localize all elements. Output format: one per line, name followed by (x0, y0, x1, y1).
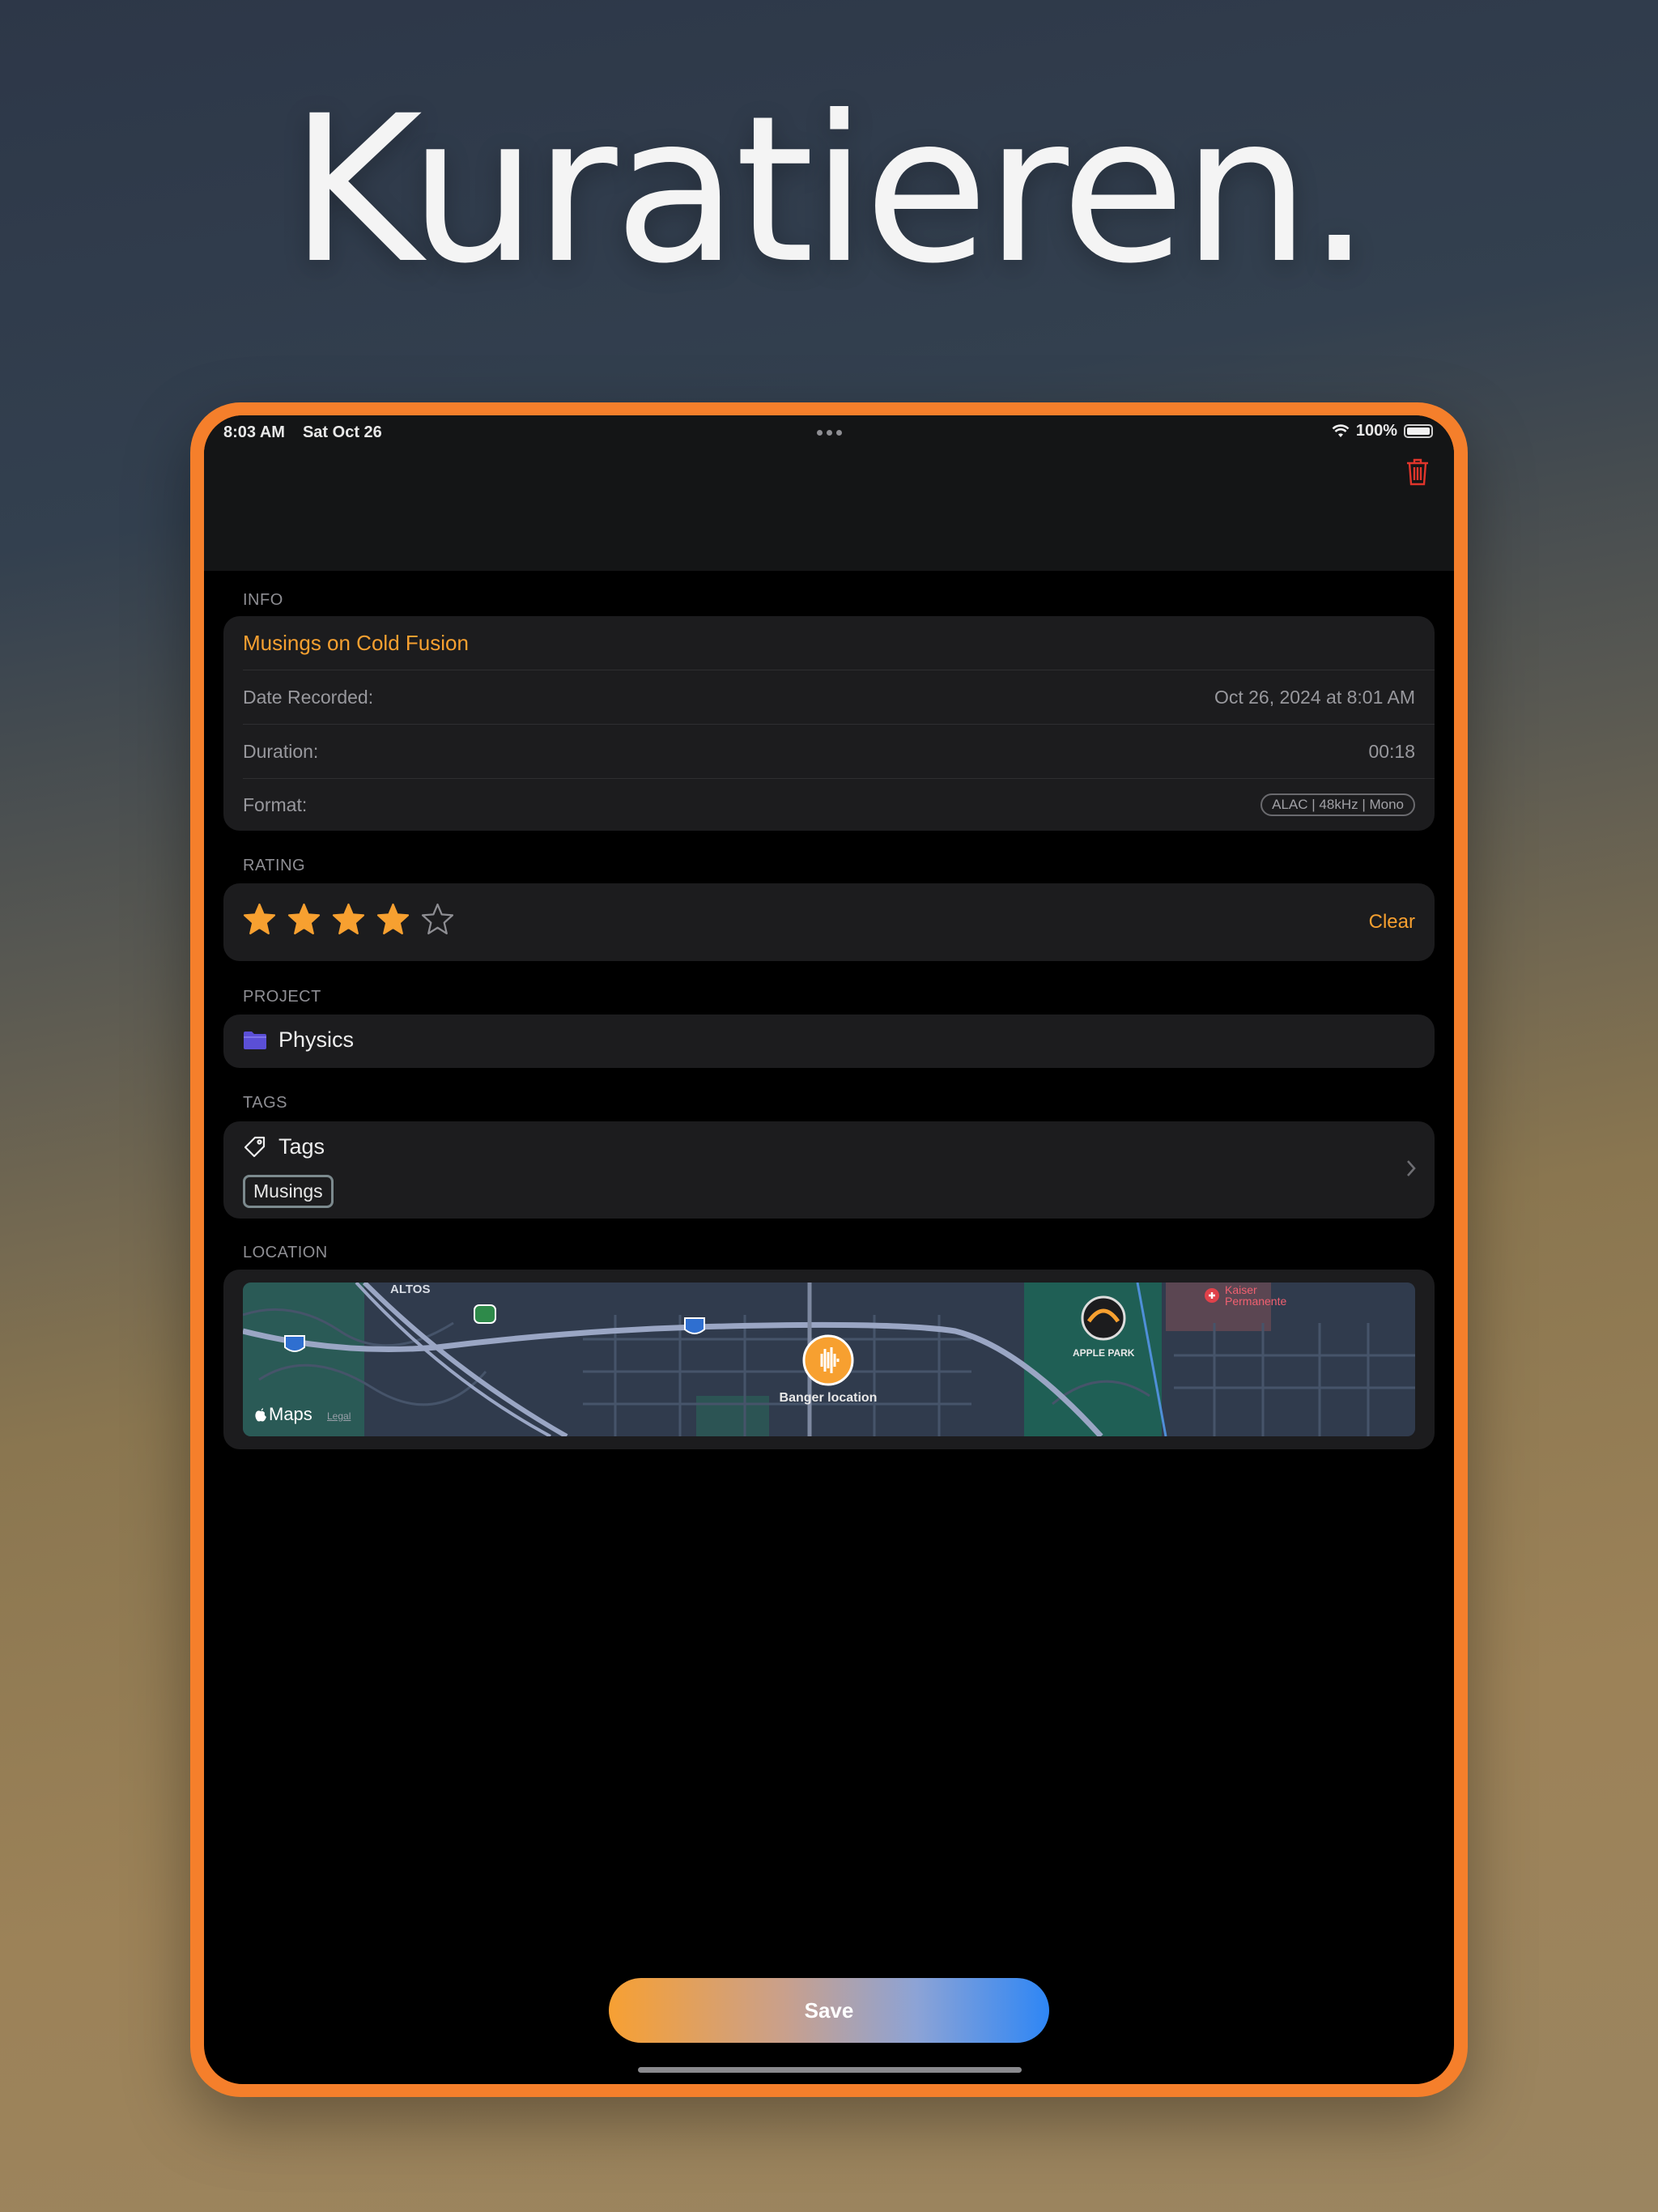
star-filled-icon[interactable] (376, 903, 410, 936)
date-recorded-row: Date Recorded: Oct 26, 2024 at 8:01 AM (243, 670, 1415, 724)
map-label-kaiser: Kaiser Permanente (1225, 1283, 1287, 1308)
star-empty-icon[interactable] (421, 903, 454, 936)
app-screen: 8:03 AM Sat Oct 26 100% INFO Musings on C… (204, 415, 1454, 2084)
map-pin-label: Banger location (779, 1391, 878, 1405)
section-header-location: LOCATION (243, 1244, 328, 1261)
tags-label: Tags (278, 1134, 325, 1159)
home-indicator (638, 2067, 1022, 2073)
star-filled-icon[interactable] (243, 903, 276, 936)
format-label: Format: (243, 793, 308, 815)
apple-logo-icon (255, 1408, 266, 1422)
headline: Kuratieren. (289, 72, 1371, 308)
recording-title[interactable]: Musings on Cold Fusion (243, 631, 469, 656)
section-header-tags: TAGS (243, 1094, 287, 1112)
navigation-bar: 8:03 AM Sat Oct 26 100% (204, 415, 1454, 571)
map-label-altos: ALTOS (390, 1283, 431, 1296)
duration-value: 00:18 (1368, 740, 1415, 762)
chevron-right-icon (1407, 1160, 1416, 1176)
tags-card[interactable]: Tags Musings (223, 1121, 1435, 1219)
map-legal-link[interactable]: Legal (327, 1410, 351, 1422)
star-filled-icon[interactable] (332, 903, 365, 936)
status-time: 8:03 AM (223, 423, 285, 441)
project-name: Physics (278, 1027, 355, 1052)
map-label-apple-park: APPLE PARK (1073, 1347, 1135, 1359)
battery-icon (1404, 424, 1433, 438)
project-card[interactable]: Physics (223, 1015, 1435, 1068)
save-button[interactable]: Save (609, 1978, 1049, 2043)
tag-chip[interactable]: Musings (243, 1175, 334, 1208)
star-rating[interactable] (243, 903, 454, 936)
star-filled-icon[interactable] (287, 903, 321, 936)
trash-icon[interactable] (1405, 457, 1430, 487)
info-card: Musings on Cold Fusion Date Recorded: Oc… (223, 616, 1435, 831)
duration-row: Duration: 00:18 (243, 725, 1415, 778)
rating-card: Clear (223, 883, 1435, 961)
map-view[interactable]: ALTOS APPLE PARK Kaiser Permanente Bange… (243, 1283, 1415, 1436)
apple-maps-logo: Maps (254, 1404, 312, 1425)
ipad-device-frame: 8:03 AM Sat Oct 26 100% INFO Musings on C… (190, 402, 1468, 2097)
duration-label: Duration: (243, 740, 319, 762)
section-header-rating: RATING (243, 857, 306, 874)
battery-percent: 100% (1355, 422, 1397, 440)
tag-icon (244, 1136, 266, 1157)
status-date: Sat Oct 26 (302, 423, 382, 441)
format-badge: ALAC | 48kHz | Mono (1261, 793, 1415, 816)
multitasking-dots[interactable] (817, 430, 842, 436)
status-bar-right: 100% (1332, 422, 1433, 440)
date-recorded-label: Date Recorded: (243, 686, 374, 708)
date-recorded-value: Oct 26, 2024 at 8:01 AM (1214, 686, 1415, 708)
status-bar-left: 8:03 AM Sat Oct 26 (223, 423, 400, 442)
wifi-icon (1332, 423, 1350, 437)
section-header-info: INFO (243, 591, 283, 609)
location-card: ALTOS APPLE PARK Kaiser Permanente Bange… (223, 1270, 1435, 1449)
section-header-project: PROJECT (243, 988, 321, 1006)
format-row: Format: ALAC | 48kHz | Mono (243, 779, 1415, 831)
folder-icon (244, 1031, 266, 1049)
clear-rating-button[interactable]: Clear (1369, 911, 1415, 934)
